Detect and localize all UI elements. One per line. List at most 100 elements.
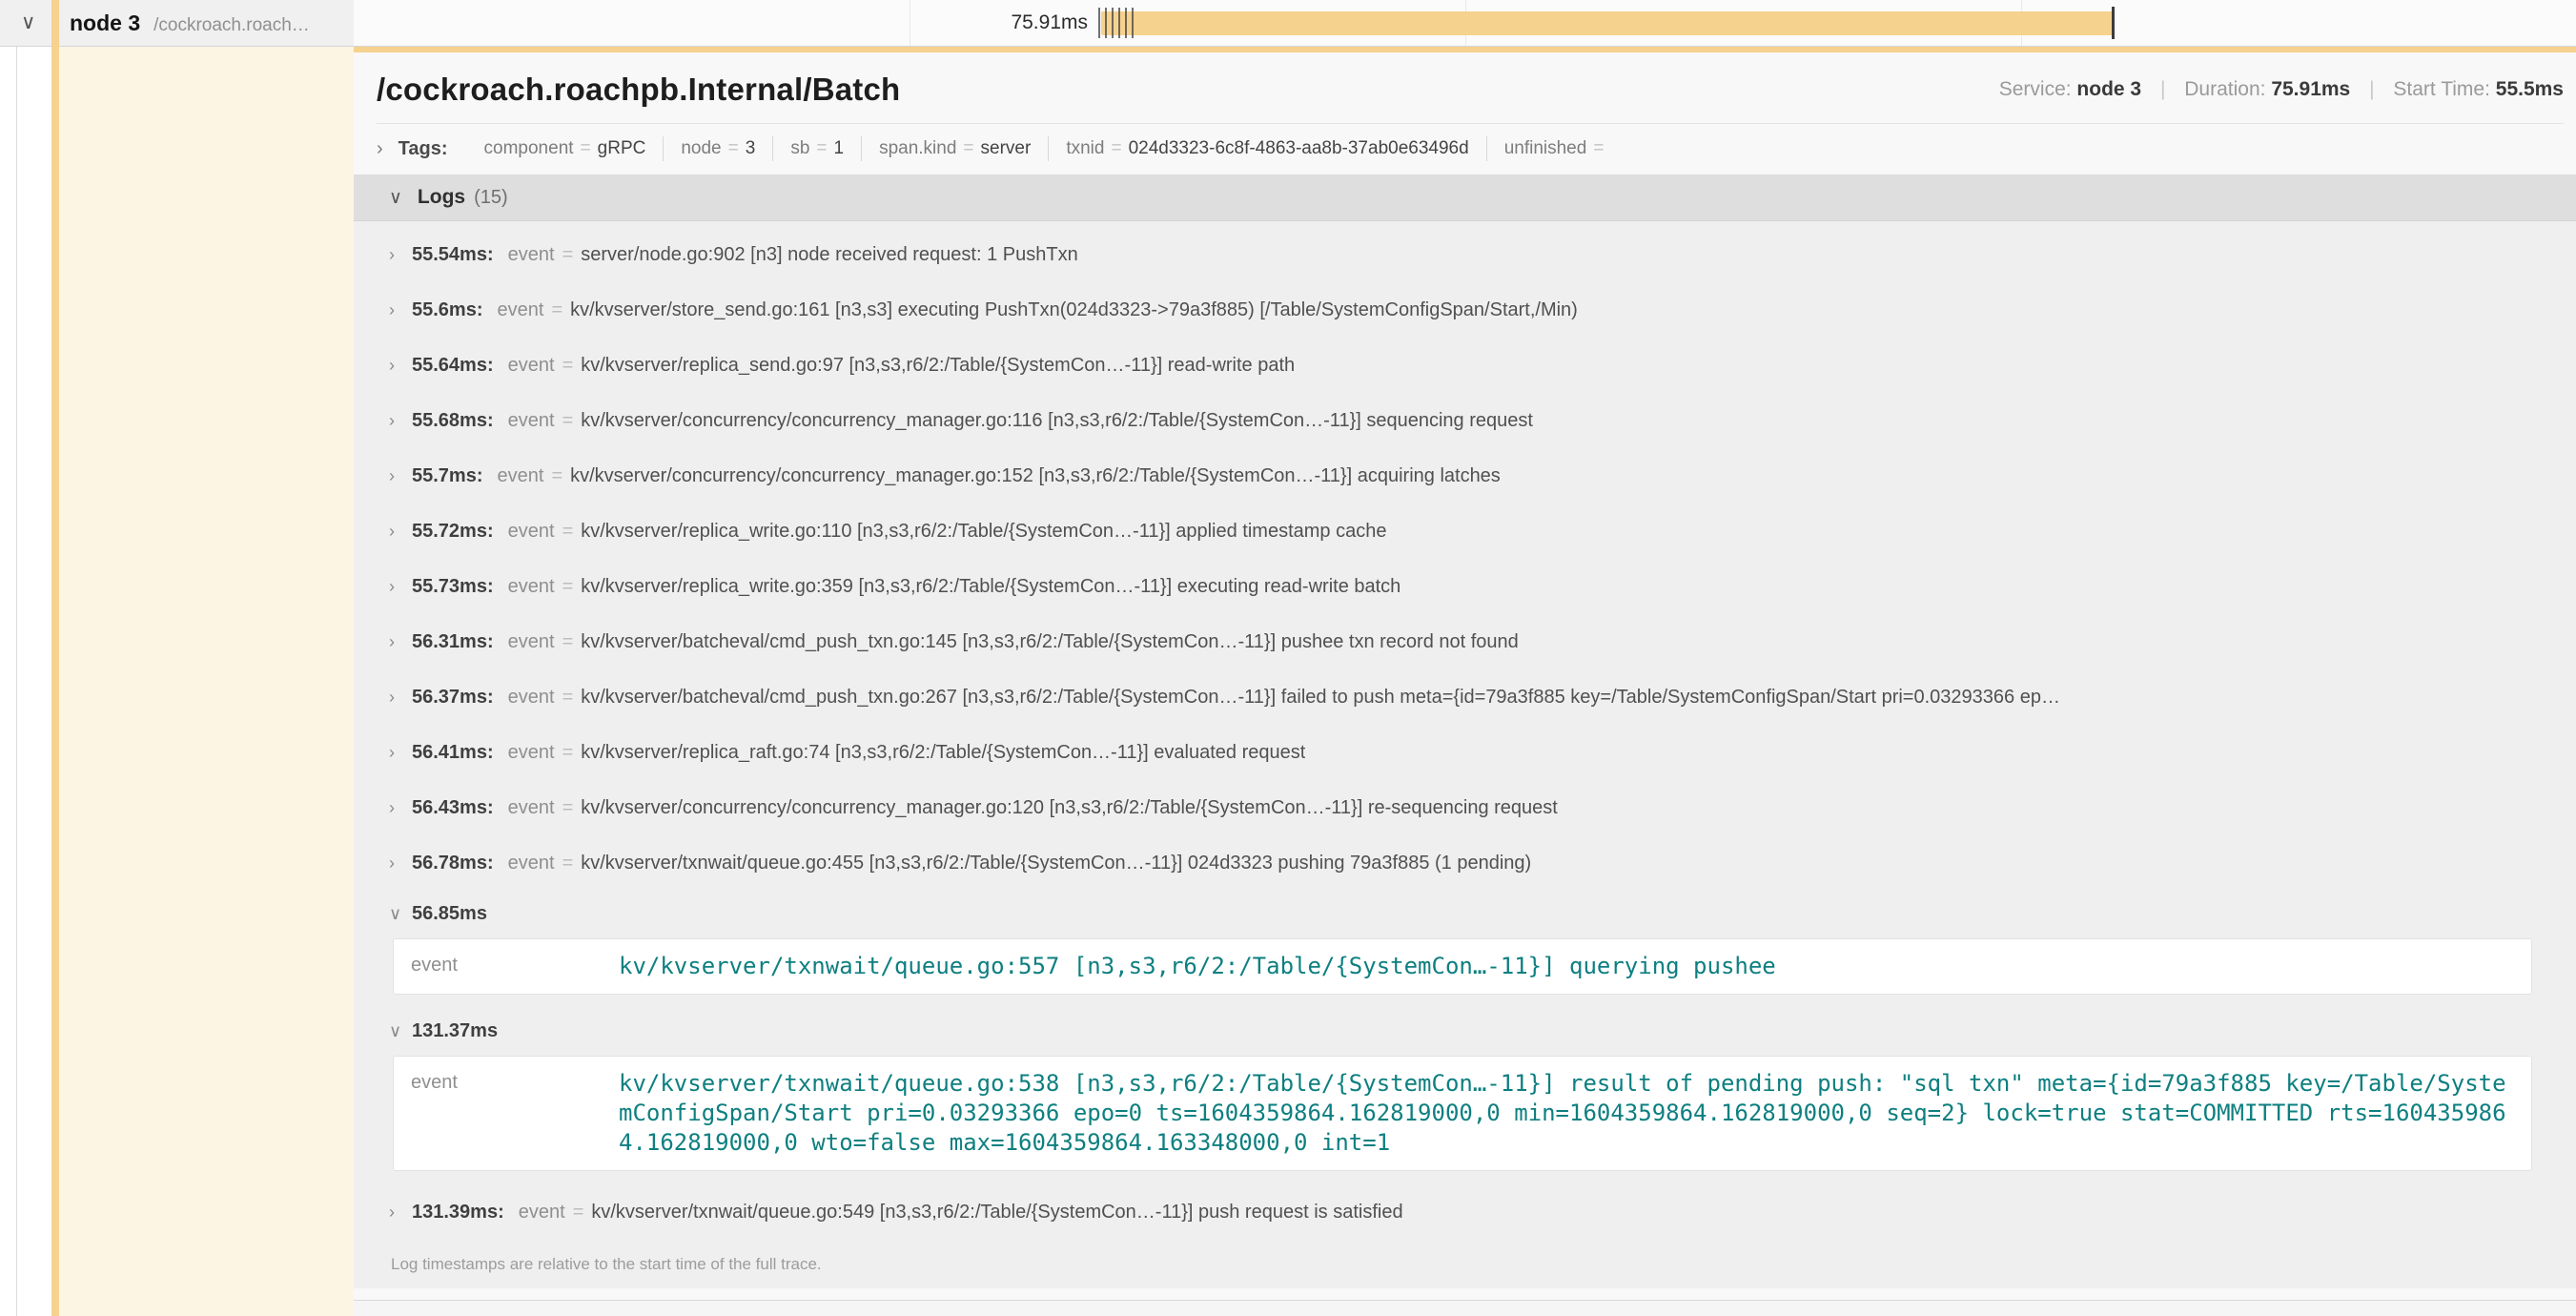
log-timestamp: 55.7ms: [412,465,483,487]
log-key: event [508,797,555,819]
tag-value: server [981,138,1032,158]
log-message: kv/kvserver/batcheval/cmd_push_txn.go:26… [581,687,2060,709]
log-timestamp: 56.78ms: [412,853,494,874]
tag-key: span.kind [879,138,956,158]
log-marker-tick [1125,8,1127,38]
tag-item: sb=1 [772,136,861,161]
log-message: kv/kvserver/store_send.go:161 [n3,s3] ex… [570,299,1578,321]
chevron-right-icon[interactable]: › [389,466,412,486]
span-duration-bar[interactable] [1101,11,2114,35]
equals-glyph: = [809,138,833,158]
equals-glyph: = [555,576,582,598]
duration-label: Duration: [2184,78,2265,100]
tags-label: Tags: [399,138,448,160]
log-message: kv/kvserver/replica_send.go:97 [n3,s3,r6… [581,355,1295,377]
log-row[interactable]: › 55.64ms: event = kv/kvserver/replica_s… [389,338,2532,393]
tag-item: node=3 [663,136,772,161]
log-message: server/node.go:902 [n3] node received re… [581,244,1077,266]
logs-section-toggle[interactable]: ∨ Logs (15) [354,175,2576,221]
log-key: event [508,521,555,543]
equals-glyph: = [555,521,582,543]
log-row-expanded-toggle[interactable]: ∨ 131.37ms [389,1008,2532,1054]
equals-glyph: = [555,244,582,266]
log-row[interactable]: › 56.31ms: event = kv/kvserver/batcheval… [389,614,2532,669]
chevron-right-icon[interactable]: › [389,632,412,652]
log-row[interactable]: › 55.68ms: event = kv/kvserver/concurren… [389,393,2532,448]
log-detail-table: event kv/kvserver/txnwait/queue.go:538 [… [393,1056,2532,1171]
chevron-right-icon[interactable]: › [389,688,412,708]
log-timestamp: 55.68ms: [412,410,494,432]
log-row[interactable]: › 55.7ms: event = kv/kvserver/concurrenc… [389,448,2532,504]
log-row[interactable]: › 55.6ms: event = kv/kvserver/store_send… [389,282,2532,338]
meta-separator: | [2356,78,2387,100]
duration-value: 75.91ms [2271,78,2350,100]
span-color-stripe [51,0,59,1316]
log-row[interactable]: › 131.39ms: event = kv/kvserver/txnwait/… [389,1184,2532,1240]
log-row[interactable]: › 55.73ms: event = kv/kvserver/replica_w… [389,559,2532,614]
log-marker-tick-end [2112,7,2115,39]
tag-key: node [681,138,721,158]
log-timestamp: 131.37ms [412,1020,498,1042]
collapse-children-icon[interactable]: ∨ [21,0,35,46]
log-timestamp: 55.64ms: [412,355,494,377]
chevron-down-icon[interactable]: ∨ [389,1021,412,1041]
log-timestamp: 55.6ms: [412,299,483,321]
logs-count: (15) [474,187,508,209]
tag-item: txnid=024d3323-6c8f-4863-aa8b-37ab0e6349… [1048,136,1485,161]
log-row[interactable]: › 56.37ms: event = kv/kvserver/batcheval… [389,669,2532,725]
log-timestamp: 56.85ms [412,903,487,925]
start-time-label: Start Time: [2393,78,2490,100]
tag-key: sb [790,138,809,158]
chevron-right-icon[interactable]: › [389,577,412,597]
span-row[interactable]: ∨ node 3/cockroach.roach… 75.91ms [0,0,2576,46]
service-label: Service: [1999,78,2072,100]
log-timestamp: 55.54ms: [412,244,494,266]
tags-section-toggle[interactable]: › Tags: component=gRPC node=3 sb=1 span.… [354,124,2576,175]
chevron-right-icon[interactable]: › [389,411,412,431]
chevron-right-icon[interactable]: › [389,853,412,874]
meta-separator: | [2147,78,2178,100]
equals-glyph: = [555,853,582,874]
chevron-right-icon[interactable]: › [389,356,412,376]
log-timestamp: 131.39ms: [412,1202,504,1223]
log-detail-key: event [411,1069,619,1094]
span-duration-label: 75.91ms [902,0,1088,46]
log-key: event [508,410,555,432]
chevron-right-icon[interactable]: › [389,300,412,320]
chevron-down-icon[interactable]: ∨ [389,187,402,209]
log-row[interactable]: › 56.43ms: event = kv/kvserver/concurren… [389,780,2532,835]
log-message: kv/kvserver/txnwait/queue.go:455 [n3,s3,… [581,853,1531,874]
logs-footnote: Log timestamps are relative to the start… [391,1255,2532,1274]
log-key: event [508,853,555,874]
tag-item: span.kind=server [861,136,1048,161]
tag-value: gRPC [598,138,646,158]
equals-glyph: = [1586,138,1610,158]
equals-glyph: = [722,138,746,158]
log-timestamp: 55.72ms: [412,521,494,543]
span-detail-card: /cockroach.roachpb.Internal/Batch Servic… [354,46,2576,1316]
log-timestamp: 55.73ms: [412,576,494,598]
chevron-right-icon[interactable]: › [389,798,412,818]
chevron-right-icon[interactable]: › [377,138,383,160]
tag-key: txnid [1066,138,1104,158]
span-detail-panel: /cockroach.roachpb.Internal/Batch Servic… [0,46,2576,1316]
chevron-down-icon[interactable]: ∨ [389,904,412,924]
log-row-expanded-toggle[interactable]: ∨ 56.85ms [389,891,2532,936]
equals-glyph: = [555,410,582,432]
equals-glyph: = [956,138,980,158]
chevron-right-icon[interactable]: › [389,245,412,265]
equals-glyph: = [555,797,582,819]
log-message: kv/kvserver/replica_raft.go:74 [n3,s3,r6… [581,742,1305,764]
chevron-right-icon[interactable]: › [389,1203,412,1223]
span-timeline[interactable]: 75.91ms [354,0,2576,47]
log-key: event [508,244,555,266]
log-row[interactable]: › 56.41ms: event = kv/kvserver/replica_r… [389,725,2532,780]
log-row[interactable]: › 55.54ms: event = server/node.go:902 [n… [389,227,2532,282]
tag-item: unfinished= [1486,136,1628,161]
chevron-right-icon[interactable]: › [389,743,412,763]
chevron-right-icon[interactable]: › [389,522,412,542]
log-message: kv/kvserver/concurrency/concurrency_mana… [581,797,1558,819]
log-row[interactable]: › 56.78ms: event = kv/kvserver/txnwait/q… [389,835,2532,891]
log-row[interactable]: › 55.72ms: event = kv/kvserver/replica_w… [389,504,2532,559]
logs-title: Logs [418,186,465,209]
